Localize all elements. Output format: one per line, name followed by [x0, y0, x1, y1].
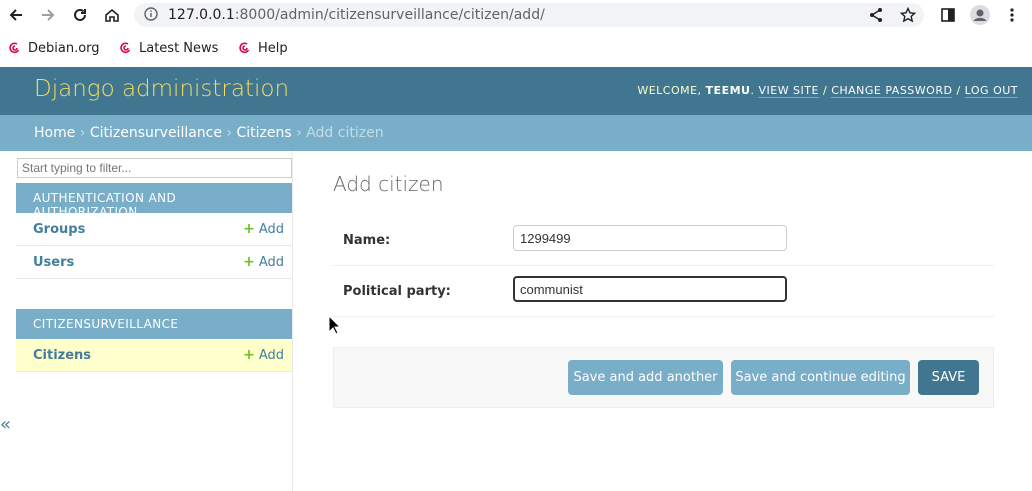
- app-caption-auth[interactable]: Authentication and Authorization: [16, 183, 292, 219]
- toggle-nav-sidebar-button[interactable]: «: [0, 414, 11, 435]
- share-icon[interactable]: [865, 4, 887, 26]
- address-bar[interactable]: 127.0.0.1:8000/admin/citizensurveillance…: [134, 3, 924, 27]
- sidebar-item-groups: Groups + Add: [16, 213, 292, 246]
- add-users-link[interactable]: + Add: [243, 255, 284, 270]
- user-tools: Welcome, Teemu. View site / Change passw…: [637, 84, 1018, 98]
- nav-filter-input[interactable]: [17, 158, 292, 178]
- breadcrumb-separator: ›: [226, 125, 233, 141]
- bookmark-label: Latest News: [139, 40, 219, 56]
- url-host: 127.0.0.1: [168, 7, 235, 23]
- url-path: :8000/admin/citizensurveillance/citizen/…: [234, 7, 545, 23]
- name-label: Name:: [343, 233, 391, 248]
- sidebar-item-citizens: Citizens + Add: [16, 339, 292, 372]
- name-field[interactable]: [513, 225, 787, 251]
- bookmark-label: Help: [258, 40, 288, 56]
- page-title: Add citizen: [333, 172, 444, 196]
- bookmark-star-icon[interactable]: [897, 4, 919, 26]
- username: Teemu: [705, 84, 751, 97]
- save-and-continue-button[interactable]: Save and continue editing: [731, 360, 910, 395]
- browser-toolbar: 127.0.0.1:8000/admin/citizensurveillance…: [0, 0, 1032, 30]
- mouse-cursor-icon: [328, 314, 342, 339]
- url-text: 127.0.0.1:8000/admin/citizensurveillance…: [168, 7, 545, 23]
- plus-icon: +: [243, 347, 255, 363]
- menu-kebab-icon[interactable]: [1001, 4, 1023, 26]
- breadcrumb-current: Add citizen: [306, 125, 384, 141]
- separator: /: [822, 84, 828, 97]
- view-site-link[interactable]: View site: [758, 84, 819, 98]
- welcome-text: Welcome,: [637, 84, 702, 97]
- bookmark-help[interactable]: Help: [238, 39, 288, 57]
- sidebar-item-users: Users + Add: [16, 246, 292, 279]
- save-button[interactable]: SAVE: [918, 360, 979, 395]
- breadcrumb-model[interactable]: Citizens: [237, 125, 292, 141]
- model-link-groups[interactable]: Groups: [33, 222, 85, 237]
- side-panel-icon[interactable]: [937, 4, 959, 26]
- breadcrumb-separator: ›: [79, 125, 86, 141]
- add-label: Add: [258, 222, 284, 237]
- bookmarks-bar: Debian.org Latest News Help: [0, 34, 1032, 62]
- political-party-label: Political party:: [343, 284, 451, 299]
- nav-sidebar: Authentication and Authorization Groups …: [16, 151, 293, 491]
- forward-icon[interactable]: [37, 4, 59, 26]
- plus-icon: +: [243, 221, 255, 237]
- form-row-political-party: Political party:: [333, 266, 994, 317]
- site-info-icon[interactable]: [144, 7, 158, 25]
- admin-header: Django administration Welcome, Teemu. Vi…: [0, 67, 1032, 115]
- reload-icon[interactable]: [69, 4, 91, 26]
- save-and-add-another-button[interactable]: Save and add another: [568, 360, 723, 395]
- model-link-users[interactable]: Users: [33, 255, 74, 270]
- bookmark-latest-news[interactable]: Latest News: [119, 39, 218, 57]
- site-branding[interactable]: Django administration: [34, 76, 289, 102]
- breadcrumb-app[interactable]: Citizensurveillance: [90, 125, 222, 141]
- debian-swirl-icon: [239, 42, 250, 54]
- form-row-name: Name:: [333, 215, 994, 266]
- home-icon[interactable]: [101, 4, 123, 26]
- add-label: Add: [258, 348, 284, 363]
- add-label: Add: [258, 255, 284, 270]
- change-password-link[interactable]: Change password: [831, 84, 953, 98]
- submit-row: Save and add another Save and continue e…: [333, 347, 994, 408]
- separator: /: [956, 84, 961, 97]
- add-groups-link[interactable]: + Add: [243, 222, 284, 237]
- log-out-link[interactable]: Log out: [964, 84, 1018, 98]
- back-icon[interactable]: [5, 4, 27, 26]
- debian-swirl-icon: [9, 42, 20, 54]
- breadcrumb: Home › Citizensurveillance › Citizens › …: [0, 115, 1032, 151]
- breadcrumb-home[interactable]: Home: [34, 125, 75, 141]
- bookmark-label: Debian.org: [28, 40, 100, 56]
- profile-avatar-icon[interactable]: [969, 4, 991, 26]
- add-citizens-link[interactable]: + Add: [243, 348, 284, 363]
- bookmark-debian[interactable]: Debian.org: [8, 39, 100, 57]
- plus-icon: +: [243, 254, 255, 270]
- app-caption-citizensurveillance[interactable]: Citizensurveillance: [16, 309, 292, 339]
- debian-swirl-icon: [120, 42, 131, 54]
- political-party-field[interactable]: [513, 276, 787, 302]
- model-link-citizens[interactable]: Citizens: [33, 348, 91, 363]
- breadcrumb-separator: ›: [296, 125, 302, 141]
